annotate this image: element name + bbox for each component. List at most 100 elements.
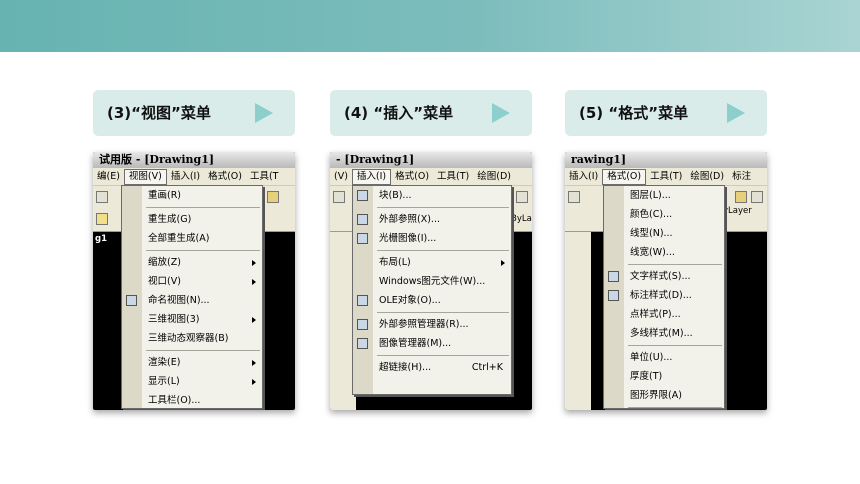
menu-separator <box>377 250 509 251</box>
menu-item-label: 重画(R) <box>148 190 182 201</box>
menubar-item[interactable]: 格式(O) <box>602 169 647 185</box>
menu-item[interactable]: 颜色(C)... <box>604 205 724 224</box>
toolbar-icon[interactable] <box>333 191 345 203</box>
panel-format-menu: (5) “格式”菜单 rawing1] 插入(I) 格式(O) 工具(T) 绘图(D)… <box>565 90 767 410</box>
dimension-style-icon <box>608 290 619 301</box>
menu-item-label: 图像管理器(M)... <box>379 338 452 349</box>
panel-title: (3)“视图”菜单 <box>93 90 295 136</box>
toolbar-icon[interactable] <box>735 191 747 203</box>
menu-item[interactable]: Windows图元文件(W)... <box>353 272 511 291</box>
image-manager-icon <box>357 338 368 349</box>
menu-item[interactable]: 文字样式(S)... <box>604 267 724 286</box>
menu-item[interactable]: 三维动态观察器(B) <box>122 329 262 348</box>
panel-title: (5) “格式”菜单 <box>565 90 767 136</box>
menubar-item[interactable]: 工具(T <box>246 168 283 186</box>
submenu-arrow-icon <box>252 379 256 385</box>
menu-item-label: 线宽(W)... <box>630 247 675 258</box>
menu-item-label: 三维动态观察器(B) <box>148 333 229 344</box>
submenu-arrow-icon <box>501 260 505 266</box>
ole-object-icon <box>357 295 368 306</box>
menu-item[interactable]: 渲染(E) <box>122 353 262 372</box>
menu-item-label: OLE对象(O)... <box>379 295 441 306</box>
menubar: 插入(I) 格式(O) 工具(T) 绘图(D) 标注 <box>565 168 767 186</box>
menubar-item[interactable]: 工具(T) <box>433 168 473 186</box>
menu-item-label: 图层(L)... <box>630 190 671 201</box>
menubar-item[interactable]: 工具(T) <box>646 168 686 186</box>
menu-item[interactable]: 标注样式(D)... <box>604 286 724 305</box>
side-toolbar <box>565 232 591 410</box>
menu-shortcut: Ctrl+K <box>471 362 503 373</box>
menubar-item[interactable]: 插入(I) <box>351 169 392 185</box>
menu-item[interactable]: 重画(R) <box>122 186 262 205</box>
menu-item-label: 线型(N)... <box>630 228 673 239</box>
menu-item-label: 缩放(Z) <box>148 257 181 268</box>
menubar-item[interactable]: 编(E) <box>93 168 124 186</box>
toolbar-icon[interactable] <box>96 213 108 225</box>
toolbar-icon[interactable] <box>516 191 528 203</box>
menu-separator <box>377 312 509 313</box>
menubar-item[interactable]: 标注 <box>728 168 755 186</box>
menubar-item[interactable]: (V) <box>330 168 352 186</box>
menubar-item[interactable]: 格式(O) <box>391 168 433 186</box>
menu-item-label: 视口(V) <box>148 276 181 287</box>
menubar: 编(E) 视图(V) 插入(I) 格式(O) 工具(T <box>93 168 295 186</box>
menu-item-label: 重生成(G) <box>148 214 192 225</box>
menu-item[interactable]: 点样式(P)... <box>604 305 724 324</box>
layer-value: yLayer <box>723 206 752 216</box>
toolbar-icon[interactable] <box>751 191 763 203</box>
menu-item[interactable]: 工具栏(O)... <box>122 391 262 410</box>
toolbar-icon[interactable] <box>568 191 580 203</box>
menu-separator <box>377 207 509 208</box>
menu-item-label: 外部参照管理器(R)... <box>379 319 469 330</box>
menu-separator <box>146 350 260 351</box>
toolbar-icon[interactable] <box>267 191 279 203</box>
menu-separator <box>628 345 722 346</box>
xref-icon <box>357 214 368 225</box>
menu-item[interactable]: 重生成(G) <box>122 210 262 229</box>
menubar-item[interactable]: 插入(I) <box>167 168 204 186</box>
menu-item[interactable]: 布局(L) <box>353 253 511 272</box>
menu-item[interactable]: 线型(N)... <box>604 224 724 243</box>
panel-view-menu: (3)“视图”菜单 试用版 - [Drawing1] 编(E) 视图(V) 插入(I… <box>93 90 295 410</box>
menu-separator <box>377 355 509 356</box>
menu-item[interactable]: 全部重生成(A) <box>122 229 262 248</box>
menubar: (V) 插入(I) 格式(O) 工具(T) 绘图(D) <box>330 168 532 186</box>
toolbar-icon[interactable] <box>96 191 108 203</box>
menu-item[interactable]: 三维视图(3) <box>122 310 262 329</box>
menubar-item[interactable]: 视图(V) <box>123 169 167 185</box>
menu-item[interactable]: 厚度(T) <box>604 367 724 386</box>
menu-item[interactable]: 命名视图(N)... <box>122 291 262 310</box>
menu-separator <box>628 264 722 265</box>
play-arrow-icon <box>727 103 745 123</box>
menu-item[interactable]: 图层(L)... <box>604 186 724 205</box>
menubar-item[interactable]: 绘图(D) <box>686 168 728 186</box>
menu-item-label: 颜色(C)... <box>630 209 673 220</box>
menu-item[interactable]: 多线样式(M)... <box>604 324 724 343</box>
menu-item[interactable]: 缩放(Z) <box>122 253 262 272</box>
menu-item[interactable]: 图形界限(A) <box>604 386 724 405</box>
menu-item[interactable]: 显示(L) <box>122 372 262 391</box>
window-title: rawing1] <box>565 152 767 168</box>
menu-item[interactable]: 单位(U)... <box>604 348 724 367</box>
submenu-arrow-icon <box>252 260 256 266</box>
menu-item[interactable]: 块(B)... <box>353 186 511 205</box>
menu-item[interactable]: 光栅图像(I)... <box>353 229 511 248</box>
menu-item[interactable]: 图像管理器(M)... <box>353 334 511 353</box>
menu-item-label: 命名视图(N)... <box>148 295 210 306</box>
menubar-item[interactable]: 绘图(D) <box>473 168 515 186</box>
panel-title-text: (5) “格式”菜单 <box>579 104 689 122</box>
menu-item[interactable]: 外部参照(X)... <box>353 210 511 229</box>
menu-item[interactable]: 视口(V) <box>122 272 262 291</box>
menu-item[interactable]: 线宽(W)... <box>604 243 724 262</box>
menubar-item[interactable]: 插入(I) <box>565 168 602 186</box>
screenshot: 试用版 - [Drawing1] 编(E) 视图(V) 插入(I) 格式(O) 工具(T… <box>93 152 295 410</box>
submenu-arrow-icon <box>252 360 256 366</box>
view-dropdown-menu: 重画(R) 重生成(G) 全部重生成(A) 缩放(Z) 视口(V) 命名视图(N)... 三… <box>121 185 263 409</box>
menu-item-label: 外部参照(X)... <box>379 214 440 225</box>
menu-item[interactable]: 超链接(H)... Ctrl+K <box>353 358 511 377</box>
menu-item[interactable]: OLE对象(O)... <box>353 291 511 310</box>
menubar-item[interactable]: 格式(O) <box>204 168 246 186</box>
raster-image-icon <box>357 233 368 244</box>
format-dropdown-menu: 图层(L)... 颜色(C)... 线型(N)... 线宽(W)... 文字样式(S).… <box>603 185 725 409</box>
menu-item[interactable]: 外部参照管理器(R)... <box>353 315 511 334</box>
